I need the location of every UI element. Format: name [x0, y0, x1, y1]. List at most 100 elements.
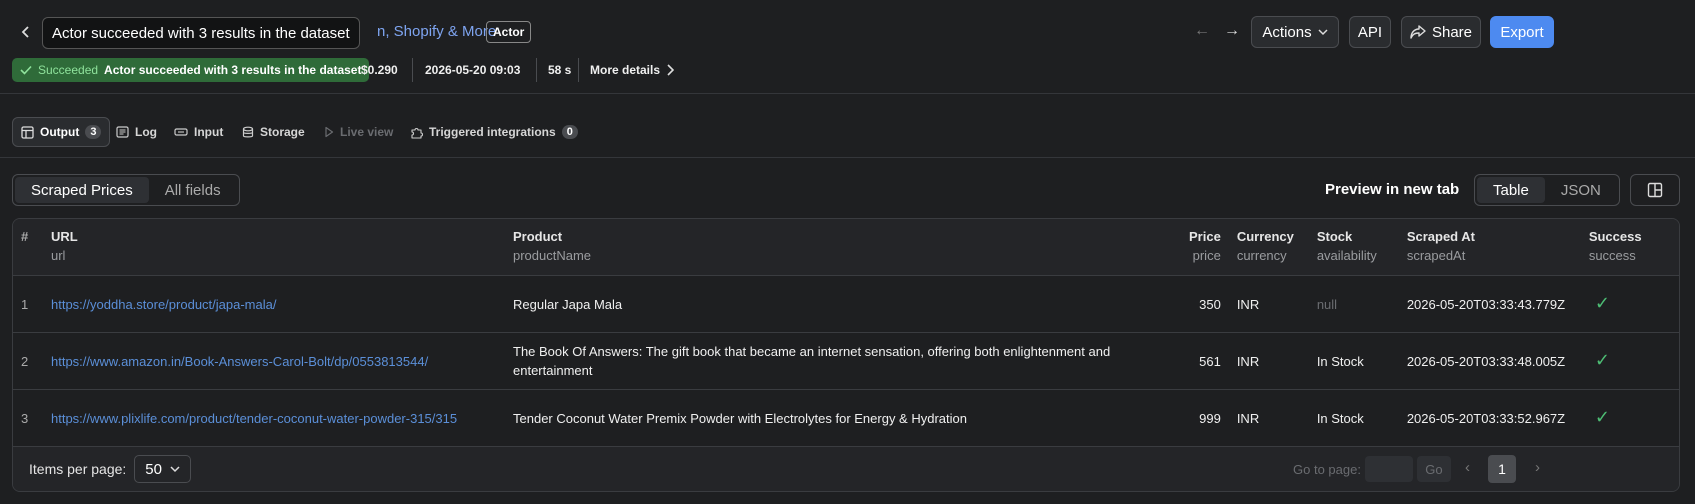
- actor-badge: Actor: [486, 21, 532, 43]
- column-header-currency[interactable]: Currency currency: [1228, 219, 1309, 276]
- play-icon: [325, 126, 334, 138]
- database-icon: [242, 126, 254, 137]
- scraped-at-cell: 2026-05-20T03:33:48.005Z: [1398, 332, 1581, 390]
- tab-input[interactable]: Input: [166, 117, 231, 147]
- actions-button[interactable]: Actions: [1251, 16, 1339, 48]
- format-table[interactable]: Table: [1477, 177, 1545, 203]
- next-page-icon[interactable]: ›: [1535, 459, 1540, 476]
- api-label: API: [1357, 23, 1383, 41]
- tab-storage-label: Storage: [260, 125, 305, 139]
- tab-input-label: Input: [194, 125, 224, 139]
- export-button[interactable]: Export: [1490, 16, 1554, 48]
- goto-page: Go to page: Go: [1293, 456, 1451, 482]
- preview-in-new-tab-link[interactable]: Preview in new tab: [1325, 181, 1459, 198]
- scraped-at-cell: 2026-05-20T03:33:43.779Z: [1398, 275, 1581, 333]
- puzzle-icon: [411, 127, 423, 139]
- column-header-price[interactable]: Price price: [1181, 219, 1229, 276]
- page-1-button[interactable]: 1: [1488, 455, 1516, 483]
- column-header-success[interactable]: Success success: [1580, 219, 1679, 276]
- scraped-at-cell: 2026-05-20T03:33:52.967Z: [1398, 389, 1581, 447]
- input-icon: [174, 128, 188, 136]
- url-link[interactable]: https://www.plixlife.com/product/tender-…: [51, 411, 457, 426]
- currency-cell: INR: [1228, 275, 1309, 333]
- log-icon: [116, 126, 129, 138]
- chevron-right-icon: [667, 64, 675, 76]
- layout-toggle-button[interactable]: [1630, 174, 1680, 206]
- layout-icon: [1647, 182, 1663, 198]
- goto-page-input[interactable]: [1364, 456, 1413, 482]
- go-button[interactable]: Go: [1416, 456, 1451, 482]
- success-cell: ✓: [1580, 389, 1679, 447]
- success-cell: ✓: [1580, 332, 1679, 390]
- prev-page-icon[interactable]: ‹: [1465, 459, 1470, 476]
- price-cell: 350: [1181, 275, 1229, 333]
- more-details-link[interactable]: More details: [590, 63, 675, 77]
- price-cell: 561: [1181, 332, 1229, 390]
- format-json[interactable]: JSON: [1545, 177, 1617, 203]
- prev-run-icon[interactable]: ←: [1194, 22, 1210, 40]
- export-label: Export: [1500, 23, 1544, 41]
- divider: [0, 93, 1695, 94]
- column-header-url[interactable]: URL url: [43, 219, 505, 276]
- divider: [0, 157, 1695, 158]
- product-cell: Tender Coconut Water Premix Powder with …: [505, 389, 1181, 447]
- items-per-page-select[interactable]: 50: [134, 455, 191, 483]
- column-header-product[interactable]: Product productName: [505, 219, 1181, 276]
- divider: [536, 58, 537, 82]
- currency-cell: INR: [1228, 389, 1309, 447]
- tab-live-view: Live view: [316, 117, 401, 147]
- url-link[interactable]: https://www.amazon.in/Book-Answers-Carol…: [51, 354, 428, 369]
- output-count-badge: 3: [85, 125, 102, 139]
- row-index: 2: [13, 332, 43, 390]
- chevron-down-icon: [170, 466, 180, 473]
- back-button[interactable]: [14, 20, 38, 44]
- tooltip: Actor succeeded with 3 results in the da…: [42, 17, 360, 49]
- tab-log-label: Log: [135, 125, 157, 139]
- tab-live-view-label: Live view: [340, 125, 394, 139]
- view-switcher: Scraped Prices All fields: [12, 174, 240, 206]
- share-button[interactable]: Share: [1401, 16, 1481, 48]
- table-footer: Items per page: 50 Go to page: Go ‹ 1 ›: [13, 447, 1679, 491]
- view-all-fields[interactable]: All fields: [149, 177, 237, 203]
- divider: [412, 58, 413, 82]
- url-link[interactable]: https://yoddha.store/product/japa-mala/: [51, 297, 276, 312]
- table-icon: [21, 125, 34, 139]
- check-icon: ✓: [1594, 407, 1610, 427]
- actions-label: Actions: [1262, 23, 1312, 41]
- check-icon: ✓: [1594, 350, 1610, 370]
- table-row: 1 https://yoddha.store/product/japa-mala…: [13, 275, 1679, 333]
- column-header-stock[interactable]: Stock availability: [1308, 219, 1399, 276]
- format-switcher: Table JSON: [1474, 174, 1620, 206]
- url-cell: https://www.amazon.in/Book-Answers-Carol…: [43, 332, 505, 390]
- tab-log[interactable]: Log: [108, 117, 165, 147]
- actor-title[interactable]: n, Shopify & More: [377, 23, 496, 40]
- tab-triggered-integrations-label: Triggered integrations: [429, 125, 556, 139]
- integrations-count-badge: 0: [561, 125, 578, 139]
- chevron-down-icon: [1318, 29, 1328, 36]
- items-per-page-value: 50: [145, 460, 162, 478]
- product-cell: The Book Of Answers: The gift book that …: [505, 332, 1181, 390]
- next-run-icon[interactable]: →: [1224, 22, 1240, 40]
- run-duration: 58 s: [548, 63, 572, 77]
- row-index: 1: [13, 275, 43, 333]
- success-cell: ✓: [1580, 275, 1679, 333]
- tab-output[interactable]: Output 3: [12, 117, 111, 147]
- price-cell: 999: [1181, 389, 1229, 447]
- product-cell: Regular Japa Mala: [505, 275, 1181, 333]
- column-header-scraped-at[interactable]: Scraped At scrapedAt: [1398, 219, 1581, 276]
- currency-cell: INR: [1228, 332, 1309, 390]
- items-per-page-label: Items per page:: [29, 461, 127, 477]
- url-cell: https://yoddha.store/product/japa-mala/: [43, 275, 505, 333]
- tab-triggered-integrations[interactable]: Triggered integrations 0: [402, 117, 586, 147]
- row-index: 3: [13, 389, 43, 447]
- results-table: # URL url Product productName Price price C…: [12, 218, 1680, 492]
- table-header-row: # URL url Product productName Price price C…: [13, 219, 1679, 276]
- view-scraped-prices[interactable]: Scraped Prices: [15, 177, 149, 203]
- table-row: 2 https://www.amazon.in/Book-Answers-Car…: [13, 332, 1679, 390]
- url-cell: https://www.plixlife.com/product/tender-…: [43, 389, 505, 447]
- check-icon: ✓: [1594, 293, 1610, 313]
- column-header-index: #: [13, 219, 43, 276]
- share-icon: [1410, 25, 1426, 39]
- tab-storage[interactable]: Storage: [234, 117, 313, 147]
- api-button[interactable]: API: [1349, 16, 1391, 48]
